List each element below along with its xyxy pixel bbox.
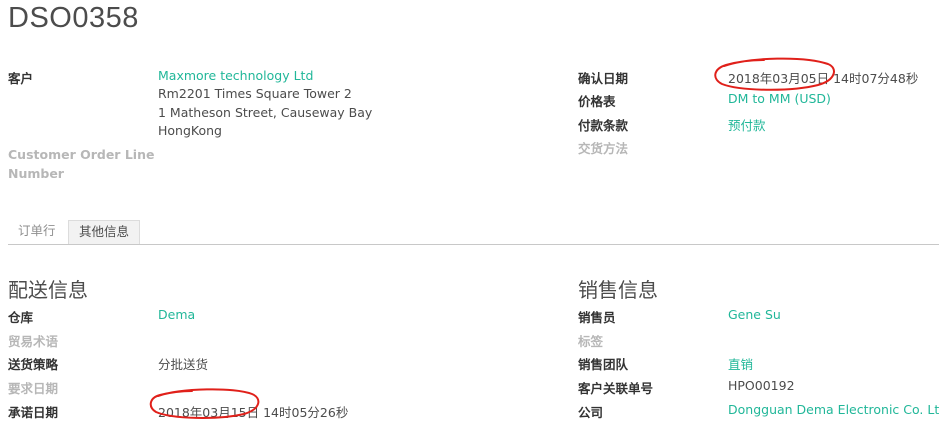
shipping-policy-label: 送货策略 bbox=[8, 357, 59, 372]
shipping-section-title: 配送信息 bbox=[8, 278, 88, 302]
customer-label: 客户 bbox=[8, 71, 34, 86]
tags-label: 标签 bbox=[578, 334, 604, 349]
payment-terms-label: 付款条款 bbox=[578, 118, 629, 133]
red-annotation-circle-commitment-date bbox=[149, 388, 260, 419]
sales-team-label: 销售团队 bbox=[578, 357, 629, 372]
tab-order-lines[interactable]: 订单行 bbox=[8, 220, 66, 244]
salesperson-link[interactable]: Gene Su bbox=[728, 307, 781, 322]
pricelist-label: 价格表 bbox=[578, 94, 616, 109]
customer-name-link[interactable]: Maxmore technology Ltd bbox=[158, 68, 313, 83]
payment-terms-link[interactable]: 预付款 bbox=[728, 115, 766, 134]
tabs-divider bbox=[8, 244, 939, 245]
customer-address-line1: Rm2201 Times Square Tower 2 bbox=[158, 86, 352, 101]
shipping-policy-value: 分批送货 bbox=[158, 357, 209, 372]
customer-ref-value: HPO00192 bbox=[728, 378, 795, 393]
customer-ref-label: 客户关联单号 bbox=[578, 381, 654, 396]
customer-order-line-label: Customer Order Line bbox=[8, 147, 155, 162]
delivery-method-label: 交货方法 bbox=[578, 141, 629, 156]
confirm-date-label: 确认日期 bbox=[578, 71, 629, 86]
customer-address-line3: HongKong bbox=[158, 123, 222, 138]
commitment-date-label: 承诺日期 bbox=[8, 405, 59, 420]
company-label: 公司 bbox=[578, 405, 604, 420]
customer-order-line-label-cont: Number bbox=[8, 166, 64, 181]
warehouse-label: 仓库 bbox=[8, 310, 34, 325]
record-title: DSO0358 bbox=[8, 2, 139, 34]
customer-address-line2: 1 Matheson Street, Causeway Bay bbox=[158, 105, 373, 120]
warehouse-link[interactable]: Dema bbox=[158, 307, 195, 322]
tab-other-info[interactable]: 其他信息 bbox=[68, 220, 141, 245]
requested-date-label: 要求日期 bbox=[8, 381, 59, 396]
incoterms-label: 贸易术语 bbox=[8, 334, 59, 349]
sales-team-link[interactable]: 直销 bbox=[728, 354, 753, 373]
company-link[interactable]: Dongguan Dema Electronic Co. Ltd. bbox=[728, 402, 939, 417]
salesperson-label: 销售员 bbox=[578, 310, 616, 325]
red-annotation-circle-confirm-date bbox=[714, 57, 835, 91]
sales-section-title: 销售信息 bbox=[578, 278, 658, 302]
